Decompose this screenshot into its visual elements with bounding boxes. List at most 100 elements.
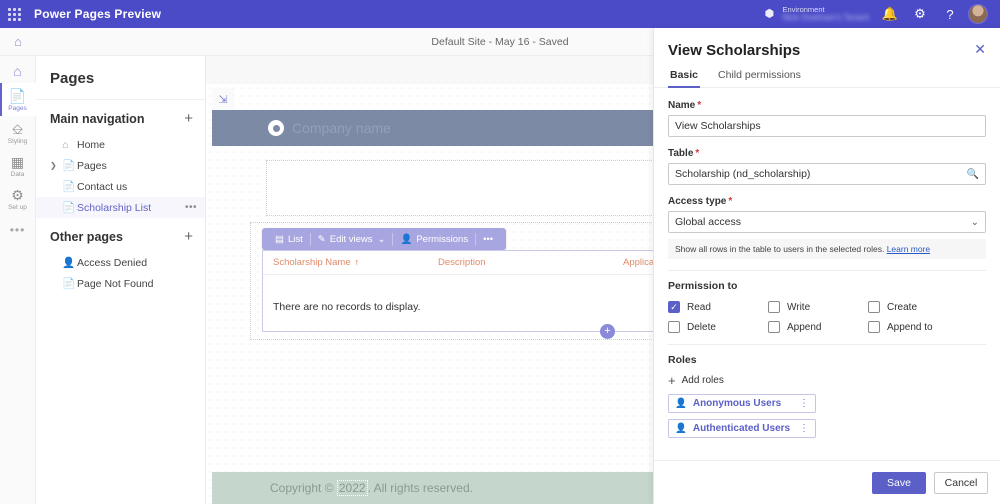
- question-icon[interactable]: ?: [935, 0, 965, 28]
- footer-prefix: Copyright ©: [270, 481, 337, 495]
- role-chip-menu-icon[interactable]: ⋮: [799, 425, 809, 433]
- sidebar-item-access-denied[interactable]: 👤 Access Denied: [36, 252, 205, 273]
- roles-label: Roles: [668, 354, 986, 366]
- waffle-grid-icon[interactable]: [0, 0, 28, 28]
- edit-views-icon: ✎: [318, 234, 326, 245]
- access-type-select[interactable]: Global access ⌄: [668, 211, 986, 233]
- permission-checkbox-grid: Read Write Create Delete Append: [668, 301, 986, 333]
- suite-header-right: ⬢ Environment Nick Doelman's Tenant 🔔 ⚙ …: [760, 0, 1000, 28]
- table-field-label: Table*: [668, 148, 986, 159]
- checkbox-append-to-box[interactable]: [868, 321, 880, 333]
- checkbox-create[interactable]: Create: [868, 301, 986, 313]
- tab-basic[interactable]: Basic: [668, 69, 700, 87]
- page-icon: 📄: [62, 201, 77, 214]
- environment-name: Nick Doelman's Tenant: [782, 13, 869, 22]
- add-other-page-button[interactable]: +: [184, 231, 193, 243]
- chevron-right-icon[interactable]: ❯: [50, 161, 57, 170]
- home-icon[interactable]: ⌂: [0, 28, 36, 55]
- plus-icon: +: [668, 376, 676, 386]
- rail-overflow-icon[interactable]: •••: [10, 223, 26, 237]
- role-chip-menu-icon[interactable]: ⋮: [799, 400, 809, 408]
- sidebar-item-label: Pages: [77, 160, 107, 172]
- environment-selector[interactable]: ⬢ Environment Nick Doelman's Tenant: [760, 6, 869, 23]
- access-type-field-group: Access type* Global access ⌄: [668, 196, 986, 233]
- save-button[interactable]: Save: [872, 472, 926, 494]
- page-icon: 📄: [62, 180, 77, 193]
- role-chip-anonymous-users[interactable]: 👤 Anonymous Users ⋮: [668, 394, 816, 413]
- rail-item-pages[interactable]: 📄 Pages: [0, 83, 36, 116]
- add-roles-button[interactable]: + Add roles: [668, 375, 986, 386]
- rail-item-set-up[interactable]: ⚙ Set up: [0, 182, 36, 215]
- close-icon[interactable]: ✕: [974, 42, 986, 56]
- sidebar-item-page-not-found[interactable]: 📄 Page Not Found: [36, 273, 205, 294]
- permission-to-label: Permission to: [668, 280, 986, 292]
- checkbox-write[interactable]: Write: [768, 301, 868, 313]
- setup-icon: ⚙: [11, 187, 24, 203]
- checkbox-read-box[interactable]: [668, 301, 680, 313]
- toolbar-list-button[interactable]: ▤ List: [268, 234, 310, 245]
- column-header-scholarship-name[interactable]: Scholarship Name↑: [273, 257, 438, 268]
- checkbox-append-label: Append: [787, 322, 821, 333]
- sidebar-item-home[interactable]: ⌂ Home: [36, 134, 205, 155]
- add-main-navigation-page-button[interactable]: +: [184, 113, 193, 125]
- power-pages-design-studio: Power Pages Preview ⬢ Environment Nick D…: [0, 0, 1000, 504]
- permissions-person-icon: 👤: [400, 234, 412, 245]
- column-header-description[interactable]: Description: [438, 257, 623, 268]
- divider: [668, 270, 986, 271]
- search-icon[interactable]: 🔍: [967, 169, 979, 180]
- main-navigation-header: Main navigation +: [36, 100, 205, 134]
- sidebar-item-pages[interactable]: ❯ 📄 Pages: [36, 155, 205, 176]
- checkbox-delete[interactable]: Delete: [668, 321, 768, 333]
- avatar[interactable]: [968, 4, 988, 24]
- home-icon: ⌂: [62, 139, 77, 151]
- checkbox-create-label: Create: [887, 302, 917, 313]
- rail-item-data[interactable]: ▦ Data: [0, 149, 36, 182]
- bell-icon[interactable]: 🔔: [875, 0, 905, 28]
- suite-header: Power Pages Preview ⬢ Environment Nick D…: [0, 0, 1000, 28]
- rail-item-styling[interactable]: ⎒ Styling: [0, 116, 36, 149]
- sidebar-item-overflow-icon[interactable]: •••: [185, 202, 197, 213]
- name-input[interactable]: View Scholarships: [668, 115, 986, 137]
- checkbox-append-box[interactable]: [768, 321, 780, 333]
- role-chip-authenticated-users[interactable]: 👤 Authenticated Users ⋮: [668, 419, 816, 438]
- gear-icon[interactable]: ⚙: [905, 0, 935, 28]
- page-error-icon: 📄: [62, 277, 77, 290]
- toolbar-edit-views-label: Edit views: [330, 234, 373, 245]
- table-input-value: Scholarship (nd_scholarship): [675, 168, 963, 180]
- table-lookup-input[interactable]: Scholarship (nd_scholarship) 🔍: [668, 163, 986, 185]
- rail-item-label: Styling: [8, 138, 28, 145]
- required-indicator: *: [695, 148, 699, 159]
- checkbox-create-box[interactable]: [868, 301, 880, 313]
- checkbox-append[interactable]: Append: [768, 321, 868, 333]
- panel-header: View Scholarships ✕: [654, 28, 1000, 59]
- left-rail: ⌂ 📄 Pages ⎒ Styling ▦ Data ⚙ Set up •••: [0, 56, 36, 504]
- footer-year[interactable]: 2022: [337, 480, 368, 496]
- sidebar-item-contact-us[interactable]: 📄 Contact us: [36, 176, 205, 197]
- rail-item-home[interactable]: ⌂: [0, 58, 36, 83]
- tab-child-permissions[interactable]: Child permissions: [716, 69, 803, 87]
- checkbox-delete-box[interactable]: [668, 321, 680, 333]
- page-icon: 📄: [9, 88, 26, 104]
- toolbar-permissions-label: Permissions: [416, 234, 468, 245]
- toolbar-edit-views-button[interactable]: ✎ Edit views ⌄: [311, 234, 393, 245]
- name-field-group: Name* View Scholarships: [668, 100, 986, 137]
- required-indicator: *: [697, 100, 701, 111]
- chevron-down-icon[interactable]: ⌄: [378, 234, 386, 245]
- sidebar-item-scholarship-list[interactable]: 📄 Scholarship List •••: [36, 197, 205, 218]
- learn-more-link[interactable]: Learn more: [887, 244, 930, 254]
- checkbox-write-box[interactable]: [768, 301, 780, 313]
- sidebar-item-label: Scholarship List: [77, 202, 151, 214]
- list-toolbar: ▤ List ✎ Edit views ⌄ 👤 Permissions •••: [262, 228, 506, 250]
- add-component-button[interactable]: +: [600, 324, 615, 339]
- table-permission-panel: View Scholarships ✕ Basic Child permissi…: [653, 28, 1000, 504]
- checkbox-append-to[interactable]: Append to: [868, 321, 986, 333]
- cancel-button[interactable]: Cancel: [934, 472, 988, 494]
- checkbox-read[interactable]: Read: [668, 301, 768, 313]
- chevron-down-icon[interactable]: ⌄: [971, 217, 979, 228]
- role-chip-label: Anonymous Users: [693, 398, 781, 409]
- expand-diagonal-icon[interactable]: ⇲: [212, 88, 234, 110]
- help-text: Show all rows in the table to users in t…: [675, 244, 884, 254]
- sidebar-item-label: Contact us: [77, 181, 127, 193]
- toolbar-overflow-button[interactable]: •••: [476, 234, 500, 245]
- toolbar-permissions-button[interactable]: 👤 Permissions: [393, 234, 475, 245]
